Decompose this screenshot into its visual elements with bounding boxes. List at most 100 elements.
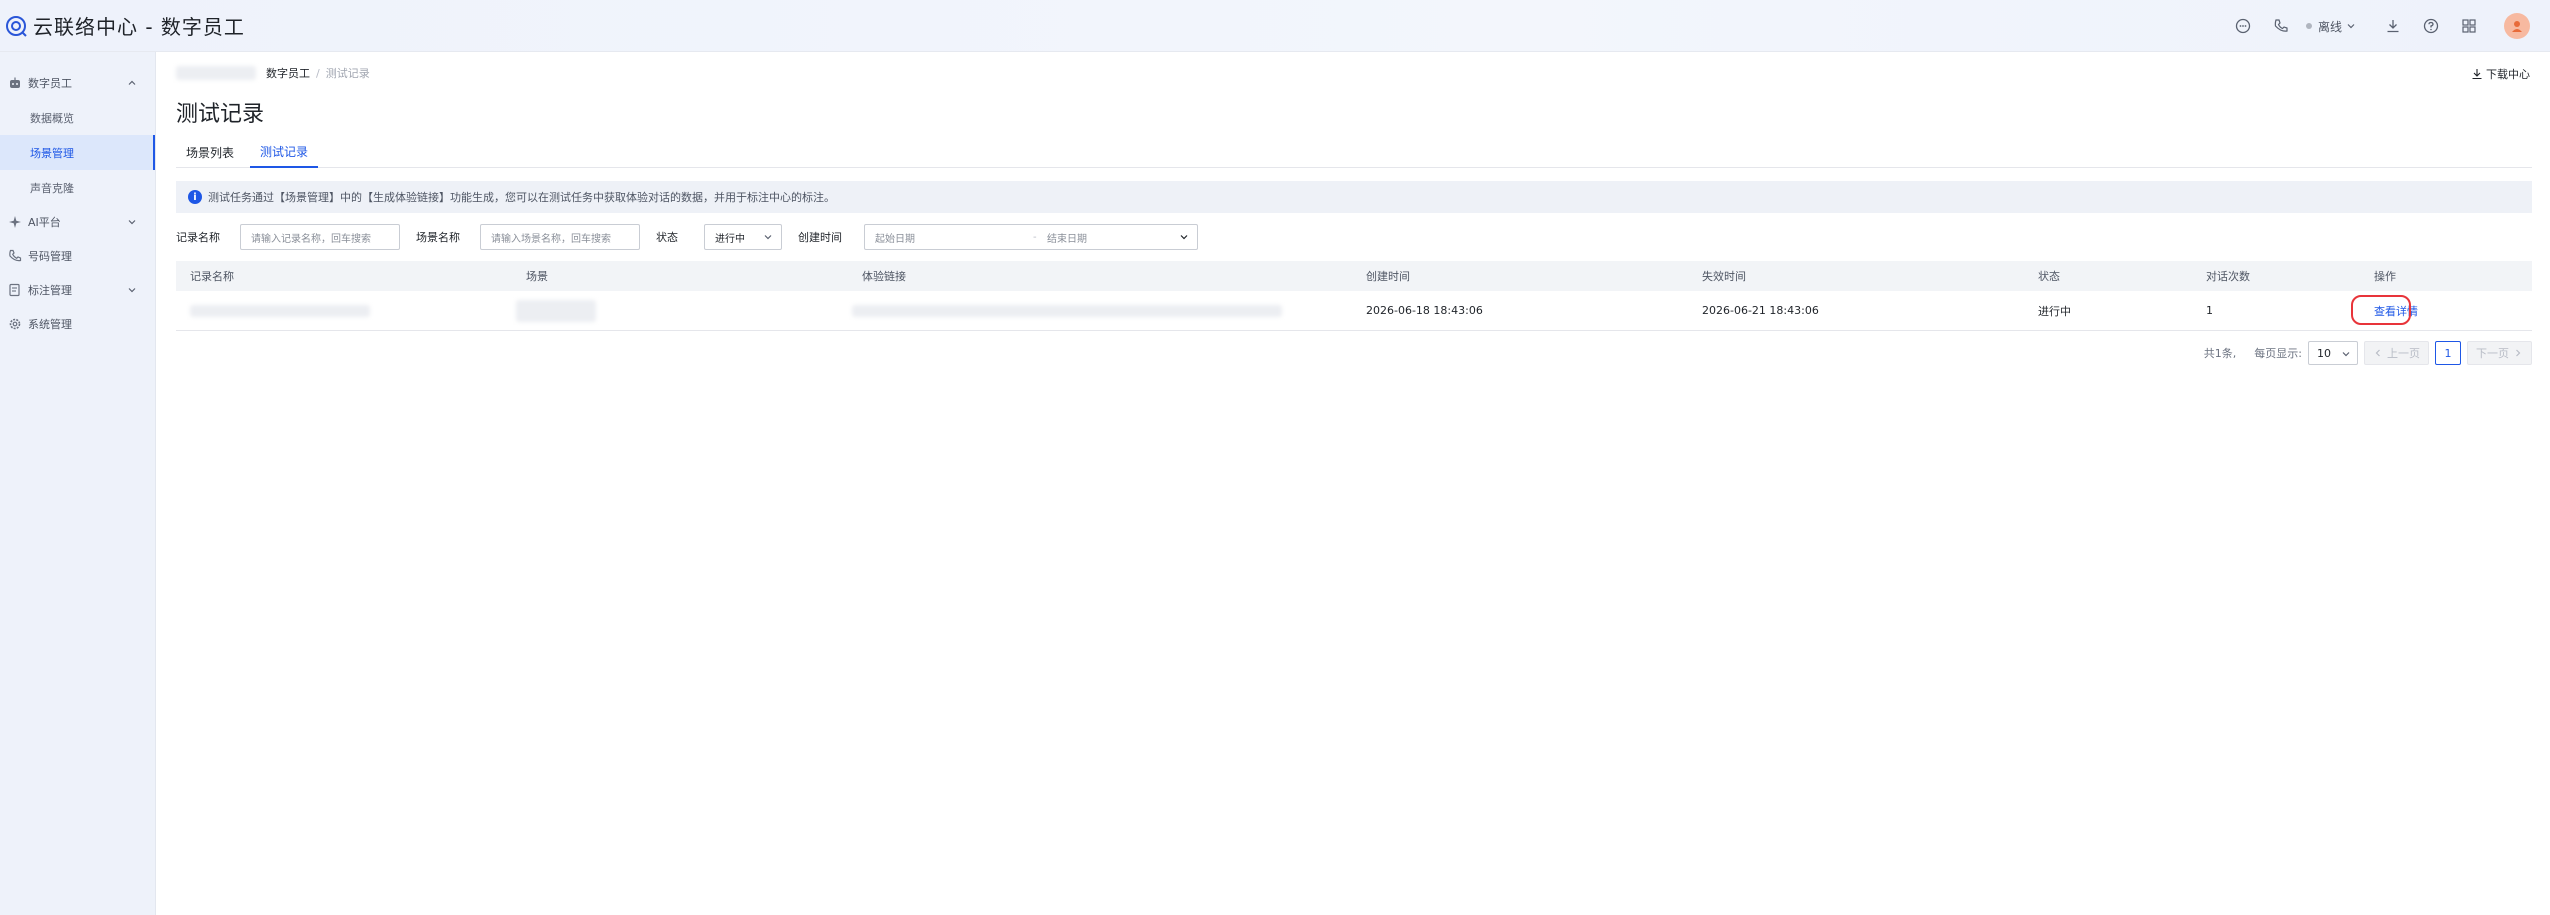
scene-name-label: 场景名称 (416, 231, 460, 244)
message-icon[interactable] (2224, 7, 2262, 45)
records-table: 记录名称 场景 体验链接 创建时间 失效时间 状态 对话次数 操作 2026-0… (176, 261, 2532, 331)
gear-icon (9, 318, 21, 330)
redacted-text (176, 66, 256, 80)
main-content: 数字员工 / 测试记录 下载中心 测试记录 场景列表 测试记录 i 测试任务通过… (156, 52, 2550, 915)
record-name-input[interactable]: 请输入记录名称，回车搜索 (240, 224, 400, 250)
agent-status-label: 离线 (2317, 19, 2342, 34)
redacted-text (190, 304, 370, 317)
date-range-picker[interactable]: 起始日期 - 结束日期 (864, 224, 1198, 250)
page-size-label: 每页显示: (2254, 347, 2302, 360)
next-page-label: 下一页 (2476, 347, 2509, 360)
record-name-cell (190, 291, 370, 330)
column-header: 失效时间 (1702, 270, 1746, 283)
column-header: 操作 (2374, 270, 2396, 283)
sidebar-group-label: 号码管理 (28, 250, 72, 263)
download-icon (2472, 69, 2482, 80)
status-select[interactable]: 进行中 (704, 224, 782, 250)
column-header: 状态 (2038, 270, 2060, 283)
status-select-value: 进行中 (715, 233, 745, 245)
scene-name-input[interactable]: 请输入场景名称，回车搜索 (480, 224, 640, 250)
sidebar-item-scene-management[interactable]: 场景管理 (0, 135, 155, 170)
total-count: 共1条, (2203, 347, 2237, 360)
phone-icon[interactable] (2262, 7, 2300, 45)
start-date-input[interactable]: 起始日期 (875, 230, 1033, 245)
sidebar-item-voice-clone[interactable]: 声音克隆 (0, 170, 155, 205)
sidebar-group-system-management[interactable]: 系统管理 (0, 307, 155, 341)
user-avatar[interactable] (2504, 13, 2530, 39)
chevron-down-icon (764, 235, 772, 240)
sidebar-group-label: 数字员工 (28, 77, 72, 90)
record-name-label: 记录名称 (176, 231, 220, 244)
column-header: 体验链接 (862, 270, 906, 283)
redacted-text (516, 299, 596, 322)
chevron-right-icon (2516, 349, 2521, 357)
experience-link-cell (852, 291, 1282, 330)
breadcrumb-item-last: 测试记录 (325, 67, 370, 80)
download-center-button[interactable]: 下载中心 (2471, 66, 2530, 82)
avatar-face-icon (2512, 21, 2522, 32)
status-dot (2305, 23, 2312, 29)
expire-time-cell: 2026-06-21 18:43:06 (1702, 304, 1819, 317)
info-notice: i 测试任务通过【场景管理】中的【生成体验链接】功能生成，您可以在测试任务中获取… (176, 181, 2532, 213)
page-title: 测试记录 (176, 102, 265, 127)
table-header: 记录名称 场景 体验链接 创建时间 失效时间 状态 对话次数 操作 (176, 261, 2532, 291)
page-size-value: 10 (2317, 346, 2331, 360)
logo-icon (6, 15, 27, 37)
created-time-cell: 2026-06-18 18:43:06 (1366, 304, 1483, 317)
robot-icon (10, 77, 20, 88)
scene-cell (516, 291, 596, 330)
sidebar-group-number-management[interactable]: 号码管理 (0, 239, 155, 273)
apps-grid-icon[interactable] (2450, 7, 2488, 45)
prev-page-label: 上一页 (2387, 347, 2420, 360)
next-page-button[interactable]: 下一页 (2467, 341, 2532, 365)
sparkle-icon (9, 216, 21, 228)
download-icon[interactable] (2374, 7, 2412, 45)
column-header: 场景 (526, 270, 548, 283)
status-cell: 进行中 (2038, 304, 2071, 318)
prev-page-button[interactable]: 上一页 (2364, 341, 2429, 365)
chevron-down-icon (128, 288, 136, 293)
highlight-annotation (2351, 295, 2411, 325)
page-size-select[interactable]: 10 (2308, 341, 2358, 365)
agent-status-dropdown[interactable]: 离线 (2305, 18, 2356, 35)
chevron-left-icon (2375, 349, 2380, 357)
column-header: 记录名称 (190, 270, 234, 283)
tag-icon (9, 283, 20, 297)
sidebar-group-digital-employee[interactable]: 数字员工 (0, 66, 155, 100)
sidebar-group-ai-platform[interactable]: AI平台 (0, 205, 155, 239)
info-icon: i (188, 190, 202, 204)
app-title: 云联络中心 - 数字员工 (33, 15, 245, 39)
pagination: 共1条, 每页显示: 10 上一页 1 下一页 (2204, 340, 2532, 366)
help-icon[interactable] (2412, 7, 2450, 45)
top-bar: 云联络中心 - 数字员工 离线 (0, 0, 2550, 52)
tab-scene-list[interactable]: 场景列表 (176, 136, 244, 168)
tab-bar: 场景列表 测试记录 (176, 136, 2532, 168)
page-number-1[interactable]: 1 (2435, 341, 2461, 365)
breadcrumb: 数字员工 / 测试记录 (176, 65, 370, 81)
sidebar: 数字员工 数据概览 场景管理 声音克隆 AI平台 号码管理 标注管理 系统管理 (0, 52, 156, 915)
sidebar-group-label: 系统管理 (28, 318, 72, 331)
chevron-down-icon (128, 220, 136, 225)
dialog-count-cell: 1 (2206, 304, 2213, 317)
end-date-input[interactable]: 结束日期 (1047, 230, 1087, 245)
column-header: 创建时间 (1366, 270, 1410, 283)
sidebar-group-annotation-management[interactable]: 标注管理 (0, 273, 155, 307)
date-range-separator: - (1033, 231, 1037, 243)
tab-test-records[interactable]: 测试记录 (250, 136, 319, 168)
sidebar-group-label: 标注管理 (28, 284, 72, 297)
table-row: 2026-06-18 18:43:06 2026-06-21 18:43:06 … (176, 291, 2532, 331)
notice-text: 测试任务通过【场景管理】中的【生成体验链接】功能生成，您可以在测试任务中获取体验… (208, 191, 835, 204)
filter-bar: 记录名称 请输入记录名称，回车搜索 场景名称 请输入场景名称，回车搜索 状态 进… (176, 224, 2532, 250)
created-time-label: 创建时间 (798, 231, 842, 244)
breadcrumb-item-current[interactable]: 数字员工 (266, 65, 310, 81)
redacted-text (852, 304, 1282, 317)
chevron-down-icon (2342, 352, 2350, 357)
chevron-down-icon (2347, 24, 2355, 29)
sidebar-item-overview[interactable]: 数据概览 (0, 100, 155, 135)
chevron-down-icon (1180, 235, 1188, 240)
column-header: 对话次数 (2206, 270, 2250, 283)
chevron-up-icon (128, 80, 136, 85)
phone-icon (9, 249, 22, 262)
breadcrumb-separator: / (316, 66, 320, 80)
sidebar-group-label: AI平台 (28, 216, 61, 229)
